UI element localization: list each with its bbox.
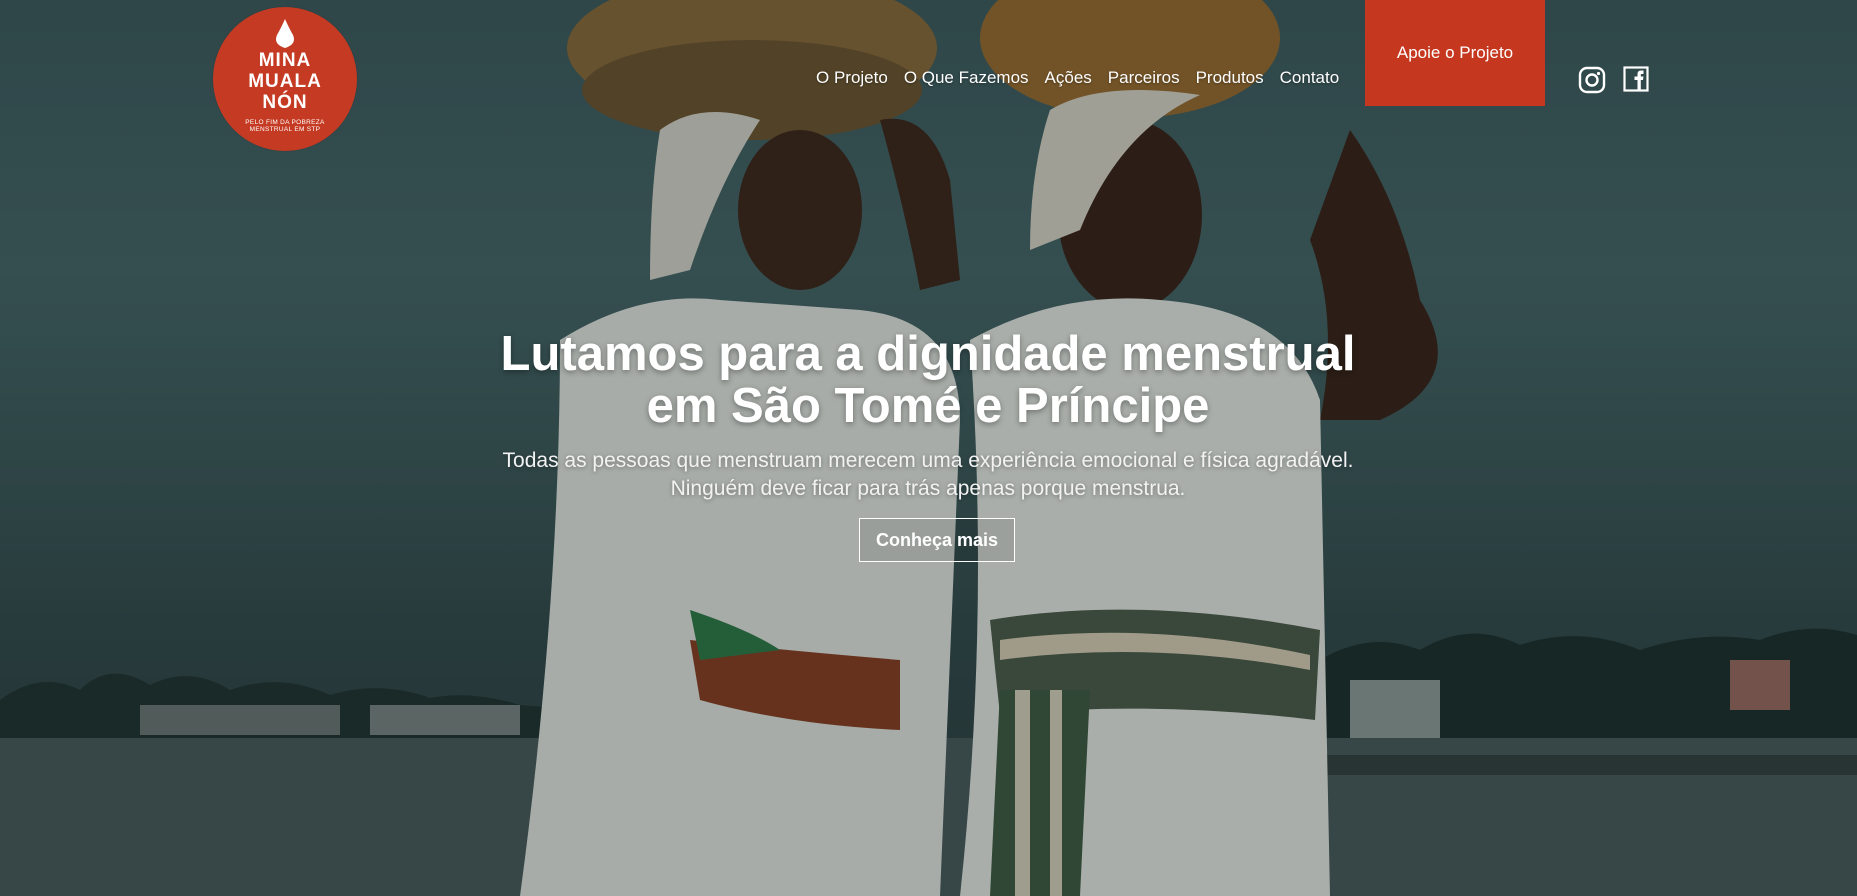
main-nav: O Projeto O Que Fazemos Ações Parceiros …: [816, 68, 1355, 88]
logo-line-2: MUALA: [248, 71, 322, 92]
drop-icon: [276, 19, 294, 48]
learn-more-button[interactable]: Conheça mais: [859, 518, 1015, 562]
facebook-icon[interactable]: [1623, 66, 1649, 97]
hero-title-line-2: em São Tomé e Príncipe: [646, 379, 1210, 433]
logo-line-1: MINA: [258, 50, 312, 71]
hero-title: Lutamos para a dignidade menstrual em Sã…: [428, 328, 1428, 432]
logo-line-3: NÓN: [262, 92, 308, 113]
hero-subtitle-line-1: Todas as pessoas que menstruam merecem u…: [502, 449, 1354, 472]
nav-produtos[interactable]: Produtos: [1196, 68, 1264, 88]
hero-subtitle-line-2: Ninguém deve ficar para trás apenas porq…: [670, 477, 1186, 500]
hero-subtitle: Todas as pessoas que menstruam merecem u…: [428, 447, 1428, 503]
nav-o-projeto[interactable]: O Projeto: [816, 68, 888, 88]
hero-title-line-1: Lutamos para a dignidade menstrual: [500, 327, 1356, 381]
nav-acoes[interactable]: Ações: [1045, 68, 1092, 88]
logo-tagline: PELO FIM DA POBREZA MENSTRUAL EM STP: [245, 119, 325, 133]
nav-contato[interactable]: Contato: [1280, 68, 1340, 88]
nav-parceiros[interactable]: Parceiros: [1108, 68, 1180, 88]
instagram-icon[interactable]: [1578, 66, 1606, 99]
nav-o-que-fazemos[interactable]: O Que Fazemos: [904, 68, 1029, 88]
site-logo[interactable]: MINA MUALA NÓN PELO FIM DA POBREZA MENST…: [213, 7, 357, 151]
support-project-button[interactable]: Apoie o Projeto: [1365, 0, 1545, 106]
